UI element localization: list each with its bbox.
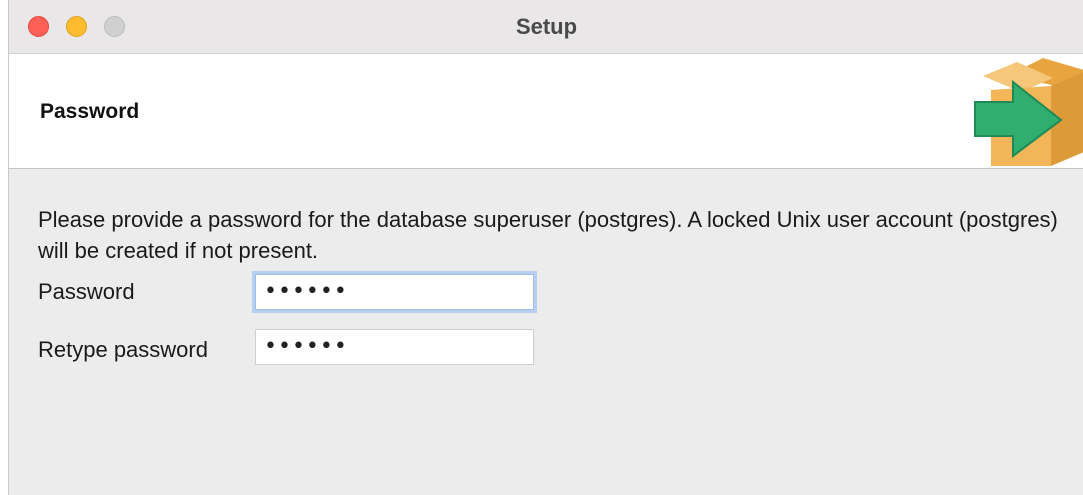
box-arrow-icon	[974, 58, 1083, 166]
wizard-header: Password	[9, 54, 1083, 169]
window-title: Setup	[515, 14, 578, 39]
retype-password-field[interactable]: ••••••	[255, 329, 534, 365]
password-field[interactable]: ••••••	[255, 274, 534, 310]
retype-password-label: Retype password	[38, 337, 208, 362]
title-bar[interactable]: Setup	[9, 0, 1083, 54]
intro-text: Please provide a password for the databa…	[38, 207, 1058, 263]
wizard-content: Please provide a password for the databa…	[9, 169, 1083, 495]
setup-window: Setup Password Please provide a password…	[8, 0, 1083, 495]
password-label: Password	[38, 279, 135, 304]
page-title: Password	[40, 100, 140, 123]
